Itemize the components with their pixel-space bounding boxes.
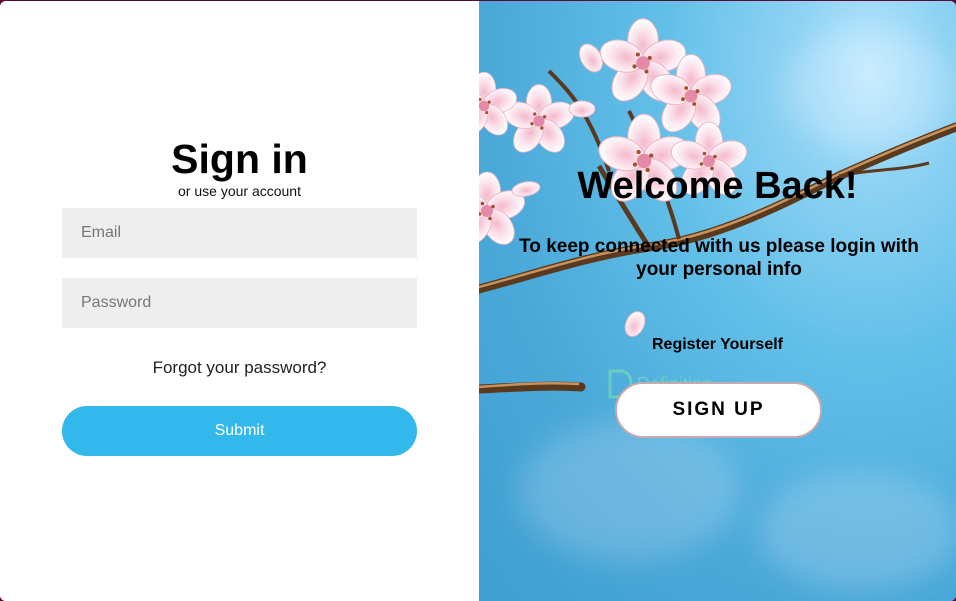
login-window: Sign in or use your account Forgot your … (0, 1, 956, 601)
signin-title: Sign in (171, 136, 308, 182)
password-field[interactable] (62, 278, 417, 328)
signin-panel: Sign in or use your account Forgot your … (0, 1, 479, 601)
welcome-panel: Welcome Back! To keep connected with us … (479, 1, 956, 601)
email-field[interactable] (62, 208, 417, 258)
welcome-title: Welcome Back! (577, 165, 858, 207)
register-yourself-label: Register Yourself (651, 336, 783, 353)
cherry-blossom-branch-icon (479, 17, 956, 394)
welcome-message: To keep connected with us please login w… (519, 236, 919, 280)
sign-up-button[interactable]: SIGN UP (615, 382, 822, 438)
signin-subtitle: or use your account (178, 183, 301, 199)
forgot-password-link[interactable]: Forgot your password? (0, 358, 479, 378)
submit-button[interactable]: Submit (62, 406, 417, 456)
